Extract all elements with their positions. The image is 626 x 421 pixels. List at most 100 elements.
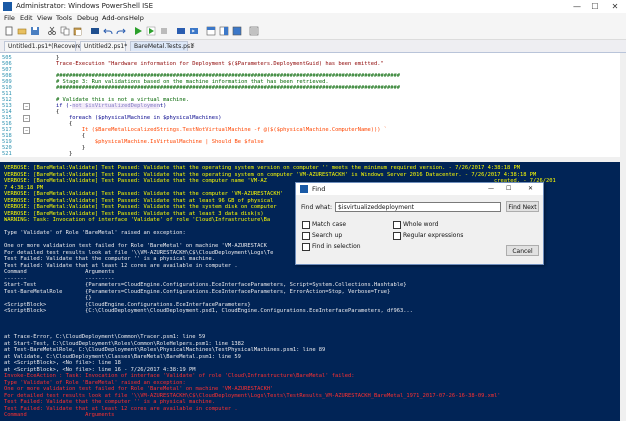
console-line: <ScriptBlock> {CloudEngine.Configuration… — [4, 301, 251, 308]
toolbar — [0, 23, 626, 40]
menu-edit[interactable]: Edit — [20, 14, 33, 22]
whole-word-label: Whole word — [403, 221, 439, 228]
console-line: For detailed test results look at file '… — [4, 249, 274, 256]
search-up-checkbox[interactable] — [302, 232, 310, 240]
cancel-button[interactable]: Cancel — [506, 245, 539, 256]
code-line: Trace-Execution "Hardware information fo… — [30, 61, 384, 67]
console-line: VERBOSE: [BareMetal:Validate] Test Passe… — [4, 210, 264, 217]
console-line: Command Arguments — [4, 412, 115, 418]
save-icon[interactable] — [30, 26, 40, 36]
console-line: VERBOSE: [BareMetal:Validate] Test Passe… — [4, 171, 537, 178]
search-up-label: Search up — [312, 232, 343, 239]
console-line: WARNING: Task: Invocation of interface '… — [4, 217, 271, 223]
console-line: 7 4:38:18 PM — [4, 184, 43, 191]
menu-bar: File Edit View Tools Debug Add-ons Help — [0, 13, 626, 23]
console-line: Invoke-EceAction : Task: Invocation of i… — [4, 373, 355, 379]
console-line: ------- --------- — [4, 275, 115, 282]
find-what-input[interactable]: $isvirtualizeddeployment — [335, 202, 501, 212]
console-line: Test Failed: Validate that the computer … — [4, 399, 215, 405]
code-line: ########################################… — [30, 85, 400, 91]
menu-view[interactable]: View — [37, 14, 52, 22]
console-line: VERBOSE: [BareMetal:Validate] Test Passe… — [4, 165, 521, 171]
open-folder-icon[interactable] — [17, 26, 27, 36]
find-next-button[interactable]: Find Next — [506, 201, 539, 212]
show-script-pane-right-icon[interactable] — [219, 26, 229, 36]
find-dialog-maximize[interactable]: ☐ — [506, 185, 511, 192]
console-line: Type 'Validate' of Role 'BareMetal' rais… — [4, 379, 186, 386]
tab-untitled2[interactable]: Untitled2.ps1* — [80, 41, 127, 51]
console-line: <ScriptBlock> {C:\CloudDeployment\CloudD… — [4, 308, 413, 314]
start-powershell-icon[interactable] — [189, 26, 199, 36]
window-title: Administrator: Windows PowerShell ISE — [16, 2, 154, 10]
collapse-toggle-icon[interactable]: − — [23, 115, 30, 122]
close-tab-icon[interactable]: ✕ — [190, 42, 195, 49]
menu-help[interactable]: Help — [129, 14, 144, 22]
find-dialog-icon — [300, 185, 308, 193]
console-scrollbar[interactable] — [620, 162, 626, 421]
menu-tools[interactable]: Tools — [56, 14, 72, 22]
minimize-button[interactable]: — — [570, 0, 584, 13]
find-in-selection-checkbox[interactable] — [302, 243, 310, 251]
regex-label: Regular expressions — [403, 232, 464, 239]
regex-checkbox[interactable] — [393, 232, 401, 240]
console-line: Type 'Validate' of Role 'BareMetal' rais… — [4, 230, 186, 236]
new-file-icon[interactable] — [4, 26, 14, 36]
copy-icon[interactable] — [60, 26, 70, 36]
console-line: Test Failed: Validate that at least 12 c… — [4, 405, 238, 412]
menu-file[interactable]: File — [4, 14, 15, 22]
script-editor[interactable]: 505 } 506 Trace-Execution "Hardware info… — [0, 53, 620, 157]
script-tabs: Untitled1.ps1*(Recovered) Untitled2.ps1*… — [0, 40, 626, 53]
console-line: VERBOSE: [BareMetal:Validate] Test Passe… — [4, 204, 277, 210]
paste-icon[interactable] — [73, 26, 83, 36]
cut-icon[interactable] — [47, 26, 57, 36]
collapse-toggle-icon[interactable]: − — [23, 127, 30, 134]
redo-icon[interactable] — [116, 26, 126, 36]
maximize-button[interactable]: ☐ — [588, 0, 602, 13]
console-line: Command Arguments — [4, 269, 115, 275]
clear-console-icon[interactable] — [90, 26, 100, 36]
console-line: VERBOSE: [BareMetal:Validate] Test Passe… — [4, 197, 274, 204]
console-line: at Validate, C:\CloudDeployment\Classes\… — [4, 353, 241, 360]
tab-untitled1[interactable]: Untitled1.ps1*(Recovered) — [4, 41, 88, 51]
console-line: For detailed test results look at file '… — [4, 392, 501, 399]
console-line: One or more validation test failed for R… — [4, 386, 274, 392]
console-line: Test Failed: Validate that at least 12 c… — [4, 262, 238, 269]
show-script-pane-top-icon[interactable] — [206, 26, 216, 36]
editor-vertical-scrollbar[interactable] — [620, 53, 626, 157]
whole-word-checkbox[interactable] — [393, 221, 401, 229]
find-in-selection-label: Find in selection — [312, 243, 361, 250]
console-line: Test Failed: Validate that the computer … — [4, 256, 215, 262]
console-line: {} — [4, 295, 92, 301]
console-line: Test-BareMetalRole {Parameters=CloudEngi… — [4, 288, 391, 295]
powershell-ise-icon — [3, 2, 12, 11]
console-line: at <ScriptBlock>, <No file>: line 16 - 7… — [4, 366, 196, 373]
console-line: at <ScriptBlock>, <No file>: line 18 — [4, 360, 121, 366]
window-title-bar: Administrator: Windows PowerShell ISE — … — [0, 0, 626, 14]
search-match-highlight — [72, 103, 159, 109]
collapse-toggle-icon[interactable]: − — [23, 103, 30, 110]
match-case-label: Match case — [312, 221, 347, 228]
console-line: at Start-Test, C:\CloudDeployment\Roles\… — [4, 340, 245, 347]
find-dialog-close-icon[interactable]: ✕ — [528, 185, 533, 192]
remote-powershell-icon[interactable] — [176, 26, 186, 36]
match-case-checkbox[interactable] — [302, 221, 310, 229]
find-dialog-title: Find — [312, 185, 326, 193]
menu-addons[interactable]: Add-ons — [102, 14, 129, 22]
stop-icon[interactable] — [159, 26, 169, 36]
tab-baremetal-tests[interactable]: BareMetal.Tests.ps1 — [130, 41, 194, 51]
find-what-label: Find what: — [301, 204, 332, 211]
undo-icon[interactable] — [103, 26, 113, 36]
find-dialog-minimize[interactable]: — — [488, 185, 494, 192]
console-line: VERBOSE: [BareMetal:Validate] Test Passe… — [4, 191, 284, 197]
console-line: at Trace-Error, C:\CloudDeployment\Commo… — [4, 334, 206, 340]
menu-debug[interactable]: Debug — [77, 14, 98, 22]
console-line: One or more validation test failed for R… — [4, 243, 267, 249]
show-script-pane-maximized-icon[interactable] — [232, 26, 242, 36]
find-dialog: Find — ☐ ✕ Find what: $isvirtualizeddepl… — [295, 182, 544, 265]
run-selection-icon[interactable] — [146, 26, 156, 36]
console-line: Start-Test {Parameters=CloudEngine.Confi… — [4, 282, 407, 288]
console-line: at Test-BareMetalRole, C:\CloudDeploymen… — [4, 347, 326, 353]
run-script-icon[interactable] — [133, 26, 143, 36]
show-commands-icon[interactable] — [249, 26, 259, 36]
close-window-button[interactable]: ✕ — [608, 0, 622, 13]
